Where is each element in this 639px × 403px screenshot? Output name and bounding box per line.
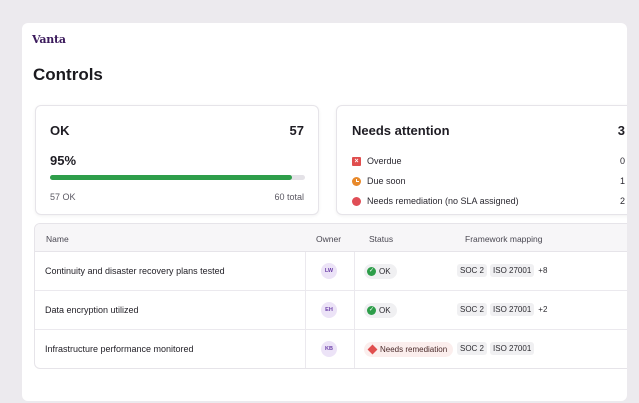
attention-item-count: 0 xyxy=(619,156,625,166)
framework-tags: SOC 2 ISO 27001 +8 xyxy=(457,264,547,277)
status-label: OK xyxy=(379,267,391,276)
control-name[interactable]: Infrastructure performance monitored xyxy=(45,344,194,354)
framework-tag[interactable]: SOC 2 xyxy=(457,303,488,316)
ok-card-title: OK xyxy=(50,123,70,138)
ok-percent: 95% xyxy=(50,153,77,168)
owner-cell: EH xyxy=(305,291,355,329)
framework-tag[interactable]: SOC 2 xyxy=(457,342,488,355)
framework-tag[interactable]: ISO 27001 xyxy=(490,303,535,316)
avatar[interactable]: LW xyxy=(321,263,337,279)
status-badge: ✓ OK xyxy=(364,303,397,318)
overdue-square-icon: × xyxy=(352,156,361,166)
table-row[interactable]: Infrastructure performance monitored KB … xyxy=(35,330,627,368)
framework-more[interactable]: +8 xyxy=(538,266,547,275)
attention-card-title: Needs attention xyxy=(352,123,450,138)
framework-tag[interactable]: ISO 27001 xyxy=(490,264,535,277)
ok-card-count: 57 xyxy=(289,123,304,138)
page-title: Controls xyxy=(33,65,103,84)
framework-tag[interactable]: ISO 27001 xyxy=(490,342,535,355)
attention-item-count: 2 xyxy=(619,196,625,206)
table-header: Name Owner Status Framework mapping xyxy=(35,224,627,252)
column-header-owner[interactable]: Owner xyxy=(316,234,341,244)
total-count-label: 60 total xyxy=(274,192,304,202)
table-row[interactable]: Continuity and disaster recovery plans t… xyxy=(35,252,627,291)
remediation-diamond-icon xyxy=(367,344,378,355)
table-row[interactable]: Data encryption utilized EH ✓ OK SOC 2 I… xyxy=(35,291,627,330)
ok-progress-bar xyxy=(50,175,305,180)
owner-cell: KB xyxy=(305,330,355,368)
attention-item-due-soon[interactable]: Due soon 1 xyxy=(352,174,625,188)
controls-table: Name Owner Status Framework mapping Cont… xyxy=(34,223,627,369)
ok-count-label: 57 OK xyxy=(50,192,76,202)
column-header-framework-mapping[interactable]: Framework mapping xyxy=(465,234,542,244)
attention-item-overdue[interactable]: × Overdue 0 xyxy=(352,154,625,168)
vanta-logo[interactable]: Vanta xyxy=(32,33,66,46)
framework-tags: SOC 2 ISO 27001 +2 xyxy=(457,303,547,316)
clock-icon xyxy=(352,176,361,186)
attention-item-label: Overdue xyxy=(367,156,402,166)
status-badge: Needs remediation xyxy=(364,342,454,357)
status-label: OK xyxy=(379,306,391,315)
control-name[interactable]: Data encryption utilized xyxy=(45,305,139,315)
avatar[interactable]: EH xyxy=(321,302,337,318)
control-name[interactable]: Continuity and disaster recovery plans t… xyxy=(45,266,225,276)
attention-item-count: 1 xyxy=(619,176,625,186)
column-header-name[interactable]: Name xyxy=(46,234,69,244)
column-header-status[interactable]: Status xyxy=(369,234,393,244)
ok-progress-fill xyxy=(50,175,293,180)
ok-summary-card[interactable]: OK 57 95% 57 OK 60 total xyxy=(35,105,319,215)
attention-item-label: Needs remediation (no SLA assigned) xyxy=(367,196,519,206)
main-panel: Vanta Controls OK 57 95% 57 OK 60 total … xyxy=(22,23,627,401)
needs-attention-card[interactable]: Needs attention 3 × Overdue 0 Due soon 1… xyxy=(336,105,627,215)
status-label: Needs remediation xyxy=(380,345,448,354)
check-circle-icon: ✓ xyxy=(367,267,376,276)
check-circle-icon: ✓ xyxy=(367,306,376,315)
red-dot-icon xyxy=(352,196,361,206)
framework-more[interactable]: +2 xyxy=(538,305,547,314)
framework-tag[interactable]: SOC 2 xyxy=(457,264,488,277)
avatar[interactable]: KB xyxy=(321,341,337,357)
status-badge: ✓ OK xyxy=(364,264,397,279)
attention-item-label: Due soon xyxy=(367,176,406,186)
owner-cell: LW xyxy=(305,252,355,290)
attention-item-needs-remediation[interactable]: Needs remediation (no SLA assigned) 2 xyxy=(352,194,625,208)
attention-card-count: 3 xyxy=(617,123,625,138)
framework-tags: SOC 2 ISO 27001 xyxy=(457,342,537,355)
